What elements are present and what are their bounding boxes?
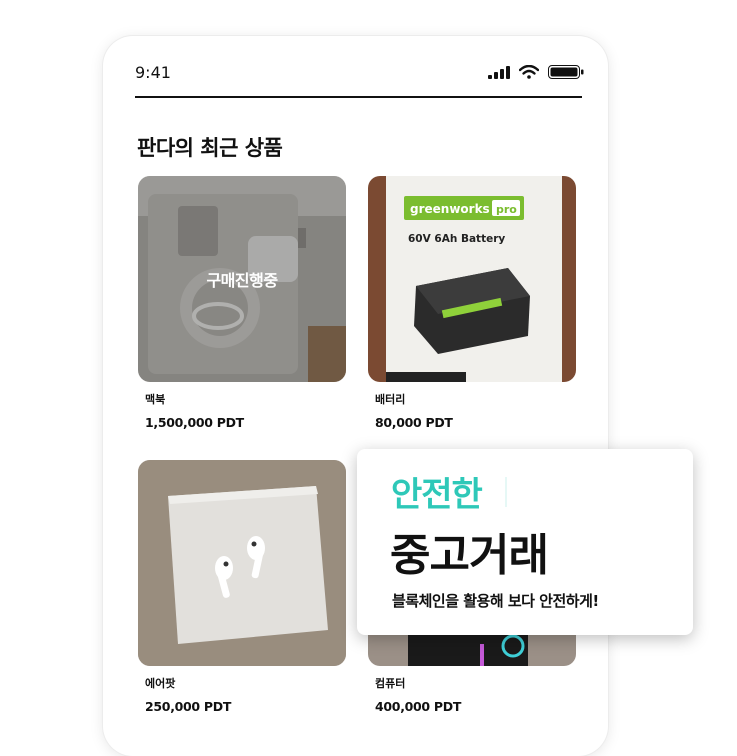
product-image-macbook: 구매진행중 — [138, 176, 346, 382]
product-card-macbook[interactable]: 구매진행중 맥북 1,500,000 PDT — [138, 176, 346, 430]
signal-icon — [488, 65, 510, 79]
product-card-airpods[interactable]: 에어팟 250,000 PDT — [138, 460, 346, 714]
phone-frame: 9:41 판다의 최근 상품 구매진행중 맥북 1,500,000 PDT gr… — [103, 36, 608, 756]
product-price: 400,000 PDT — [375, 699, 462, 714]
product-card-battery[interactable]: greenworks pro 60V 6Ah Battery 배터리 80,00… — [368, 176, 576, 430]
product-image-battery: greenworks pro 60V 6Ah Battery — [368, 176, 576, 382]
battery-icon — [548, 65, 584, 79]
status-time: 9:41 — [135, 63, 171, 82]
header-divider — [135, 96, 582, 98]
product-price: 80,000 PDT — [375, 415, 453, 430]
section-title: 판다의 최근 상품 — [137, 136, 283, 160]
image-brand-suffix: pro — [496, 203, 517, 216]
status-overlay: 구매진행중 — [138, 176, 346, 382]
promo-card: 안전한 중고거래 블록체인을 활용해 보다 안전하게! — [357, 449, 693, 635]
image-brand-text: greenworks — [410, 202, 490, 216]
product-name: 에어팟 — [145, 677, 176, 690]
promo-subtitle: 블록체인을 활용해 보다 안전하게! — [392, 592, 599, 610]
product-name: 컴퓨터 — [375, 677, 406, 690]
product-price: 250,000 PDT — [145, 699, 232, 714]
promo-title: 중고거래 — [390, 530, 549, 581]
product-name: 맥북 — [145, 393, 166, 406]
product-price: 1,500,000 PDT — [145, 415, 244, 430]
status-icons — [488, 65, 584, 79]
product-image-airpods — [138, 460, 346, 666]
wifi-icon — [519, 65, 539, 79]
product-name: 배터리 — [375, 393, 406, 406]
promo-accent: 안전한 — [391, 475, 483, 515]
promo-cursor — [505, 477, 507, 507]
image-caption-text: 60V 6Ah Battery — [408, 233, 505, 245]
